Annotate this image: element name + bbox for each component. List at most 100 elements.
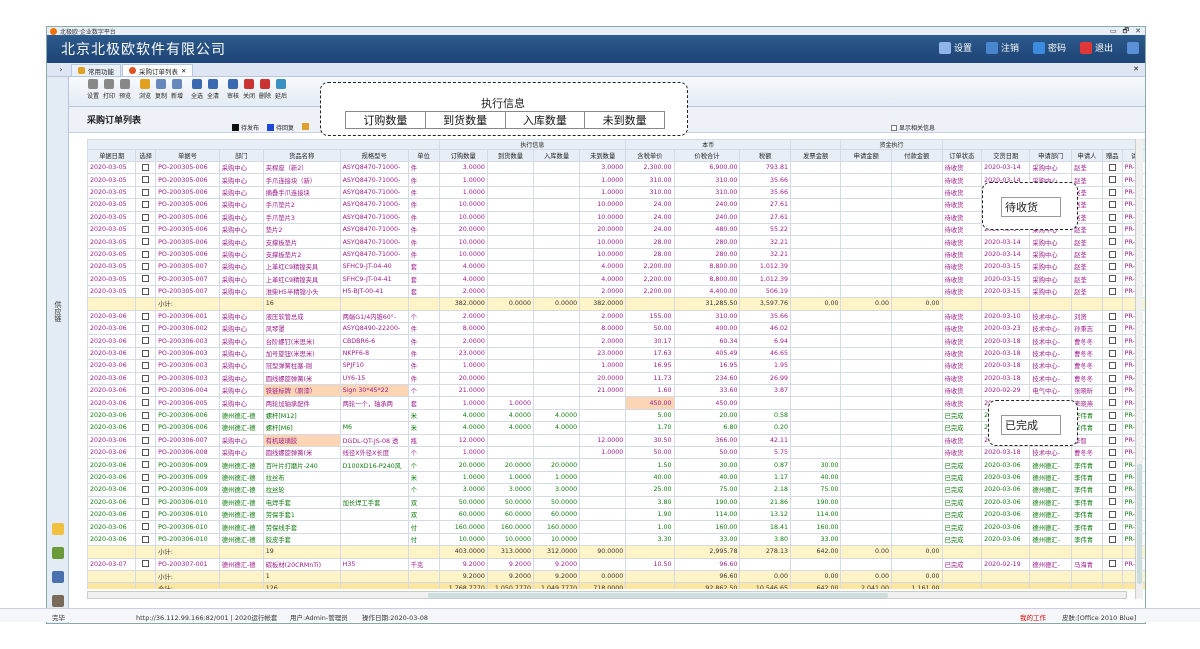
table-row[interactable]: 2020-03-06 PO-200306-008 采购中心 圆线螺旋弹簧(米 线径X外径… [87,445,1145,460]
nav-expand-icon[interactable]: › [51,65,71,74]
table-row[interactable]: 2020-03-06 PO-200306-010 德州德汇-德 胶皮手套付 10.000… [87,532,1145,547]
gift-checkbox[interactable] [1108,510,1116,518]
column-header[interactable]: 含税单价 [625,149,675,162]
table-cell[interactable] [135,346,157,361]
table-cell[interactable] [135,495,157,509]
column-header[interactable]: 赠品 [1101,149,1123,162]
table-row[interactable]: 2020-03-06 PO-200306-003 采购中心 加号旋钮(米思米) NKPF… [87,346,1145,361]
row-select-checkbox[interactable] [142,225,150,233]
table-row[interactable]: 2020-03-05 PO-200305-006 采购中心 支撑板垫片 ASYQ8470… [87,235,1145,249]
row-select-checkbox[interactable] [142,523,150,531]
header-action-4[interactable] [1127,41,1139,54]
toolbar-button-5[interactable]: 新增 [169,79,185,106]
gift-checkbox[interactable] [1108,275,1116,283]
gift-checkbox[interactable] [1108,362,1116,370]
gift-checkbox[interactable] [1108,473,1116,481]
table-cell[interactable] [135,173,157,187]
row-select-checkbox[interactable] [142,263,150,271]
table-row[interactable]: 2020-03-06 PO-200306-010 德州德汇-德 电焊手套 加长焊工手套双… [87,495,1145,509]
row-select-checkbox[interactable] [142,238,150,246]
row-select-checkbox[interactable] [142,448,150,456]
show-related-checkbox[interactable]: 显示相关信息 [891,123,935,132]
toolbar-button-9[interactable]: 关闭 [241,79,257,106]
gift-checkbox[interactable] [1108,560,1116,568]
row-select-checkbox[interactable] [142,325,150,333]
gift-checkbox[interactable] [1108,448,1116,456]
table-row[interactable]: 2020-03-06 PO-200306-009 德州德汇-德 百叶片打磨片-240 D… [87,458,1145,472]
close-all-tabs-icon[interactable]: ✕ [1133,65,1139,73]
table-cell[interactable] [135,532,157,547]
toolbar-button-2[interactable]: 预览 [117,79,133,106]
row-select-checkbox[interactable] [142,473,150,481]
table-row[interactable]: 2020-03-06 PO-200306-010 德州德汇-德 劳保手套1 双 60.00… [87,507,1145,522]
header-action-0[interactable]: 设置 [938,41,972,54]
table-cell[interactable] [135,582,157,589]
table-cell[interactable] [135,371,157,386]
gift-checkbox[interactable] [1108,374,1116,382]
gift-checkbox[interactable] [1108,498,1116,506]
row-select-checkbox[interactable] [142,312,150,320]
column-header[interactable]: 发票金额 [789,149,842,162]
my-work-link[interactable]: 我的工作 [1020,612,1046,622]
gift-checkbox[interactable] [1108,312,1116,320]
sidebar-user-icon[interactable] [52,595,64,607]
toolbar-button-11[interactable]: 延后 [273,79,289,106]
toolbar-button-6[interactable]: 全选 [189,79,205,106]
column-header[interactable]: 货品名称 [262,149,341,162]
table-cell[interactable] [135,470,157,485]
column-header[interactable]: 申请金额 [840,149,892,162]
gift-checkbox[interactable] [1108,535,1116,543]
column-header[interactable]: 交货日期 [981,149,1031,162]
table-cell[interactable] [135,557,157,571]
table-row[interactable]: 2020-03-05 PO-200305-006 采购中心 夹桿座（新2） ASYQ84… [87,160,1145,175]
table-cell[interactable] [135,359,157,373]
table-row[interactable]: 2020-03-06 PO-200306-009 德州德汇-德 拉丝布米 1.0000 1… [87,470,1145,485]
table-row[interactable]: 2020-03-07 PO-200307-001 德州德汇-德 碳板材(20CRMnT… [87,557,1145,571]
table-cell[interactable] [135,483,157,497]
table-cell[interactable] [135,396,157,410]
gift-checkbox[interactable] [1108,386,1116,394]
table-row[interactable]: 2020-03-06 PO-200306-002 采购中心 风琴罩 ASYQ8490-2… [87,322,1145,336]
column-header[interactable]: 订购数量 [438,149,488,162]
gift-checkbox[interactable] [1108,399,1116,407]
column-header[interactable]: 单据号 [155,149,220,162]
row-select-checkbox[interactable] [142,362,150,370]
table-row[interactable]: 小计: 16 382.0000 0.0000 0.0000 382.0000 31,285.… [87,297,1145,311]
row-select-checkbox[interactable] [142,213,150,221]
sidebar-tools-icon[interactable] [52,571,64,583]
table-cell[interactable] [135,408,157,423]
table-row[interactable]: 2020-03-05 PO-200305-007 采购中心 上革红C9精镗夹具 SFHC… [87,260,1145,274]
header-action-3[interactable]: 退出 [1079,41,1113,54]
row-select-checkbox[interactable] [142,386,150,394]
sidebar-module-icon[interactable] [52,523,64,535]
table-cell[interactable] [135,235,157,249]
table-cell[interactable] [135,433,157,448]
table-cell[interactable] [135,309,157,324]
column-header[interactable]: 单位 [407,149,440,162]
table-cell[interactable] [135,297,157,311]
gift-checkbox[interactable] [1108,349,1116,357]
row-select-checkbox[interactable] [142,176,150,184]
row-select-checkbox[interactable] [142,287,150,295]
table-row[interactable]: 2020-03-05 PO-200305-006 采购中心 支撑板垫片2 ASYQ847… [87,247,1145,262]
table-cell[interactable] [135,507,157,522]
column-header[interactable]: 税额 [739,149,791,162]
table-row[interactable]: 2020-03-05 PO-200305-007 采购中心 淮柴H5半精镗小头 H5-B… [87,284,1145,299]
column-header[interactable]: 到货数量 [486,149,534,162]
row-select-checkbox[interactable] [142,510,150,518]
table-cell[interactable] [135,322,157,336]
tab-purchase-order-list[interactable]: 采购订单列表 ✕ [122,64,194,76]
row-select-checkbox[interactable] [142,461,150,469]
toolbar-button-4[interactable]: 复制 [153,79,169,106]
tab-close-icon[interactable]: ✕ [181,67,186,75]
row-select-checkbox[interactable] [142,486,150,494]
vertical-scrollbar[interactable] [1135,139,1143,599]
column-header[interactable]: 入库数量 [532,149,581,162]
gift-checkbox[interactable] [1108,213,1116,221]
row-select-checkbox[interactable] [142,337,150,345]
gift-checkbox[interactable] [1108,176,1116,184]
sidebar-supply-chain-label[interactable]: 供应链 [53,301,63,322]
gift-checkbox[interactable] [1108,411,1116,419]
toolbar-button-10[interactable]: 删除 [257,79,273,106]
table-cell[interactable] [135,160,157,175]
